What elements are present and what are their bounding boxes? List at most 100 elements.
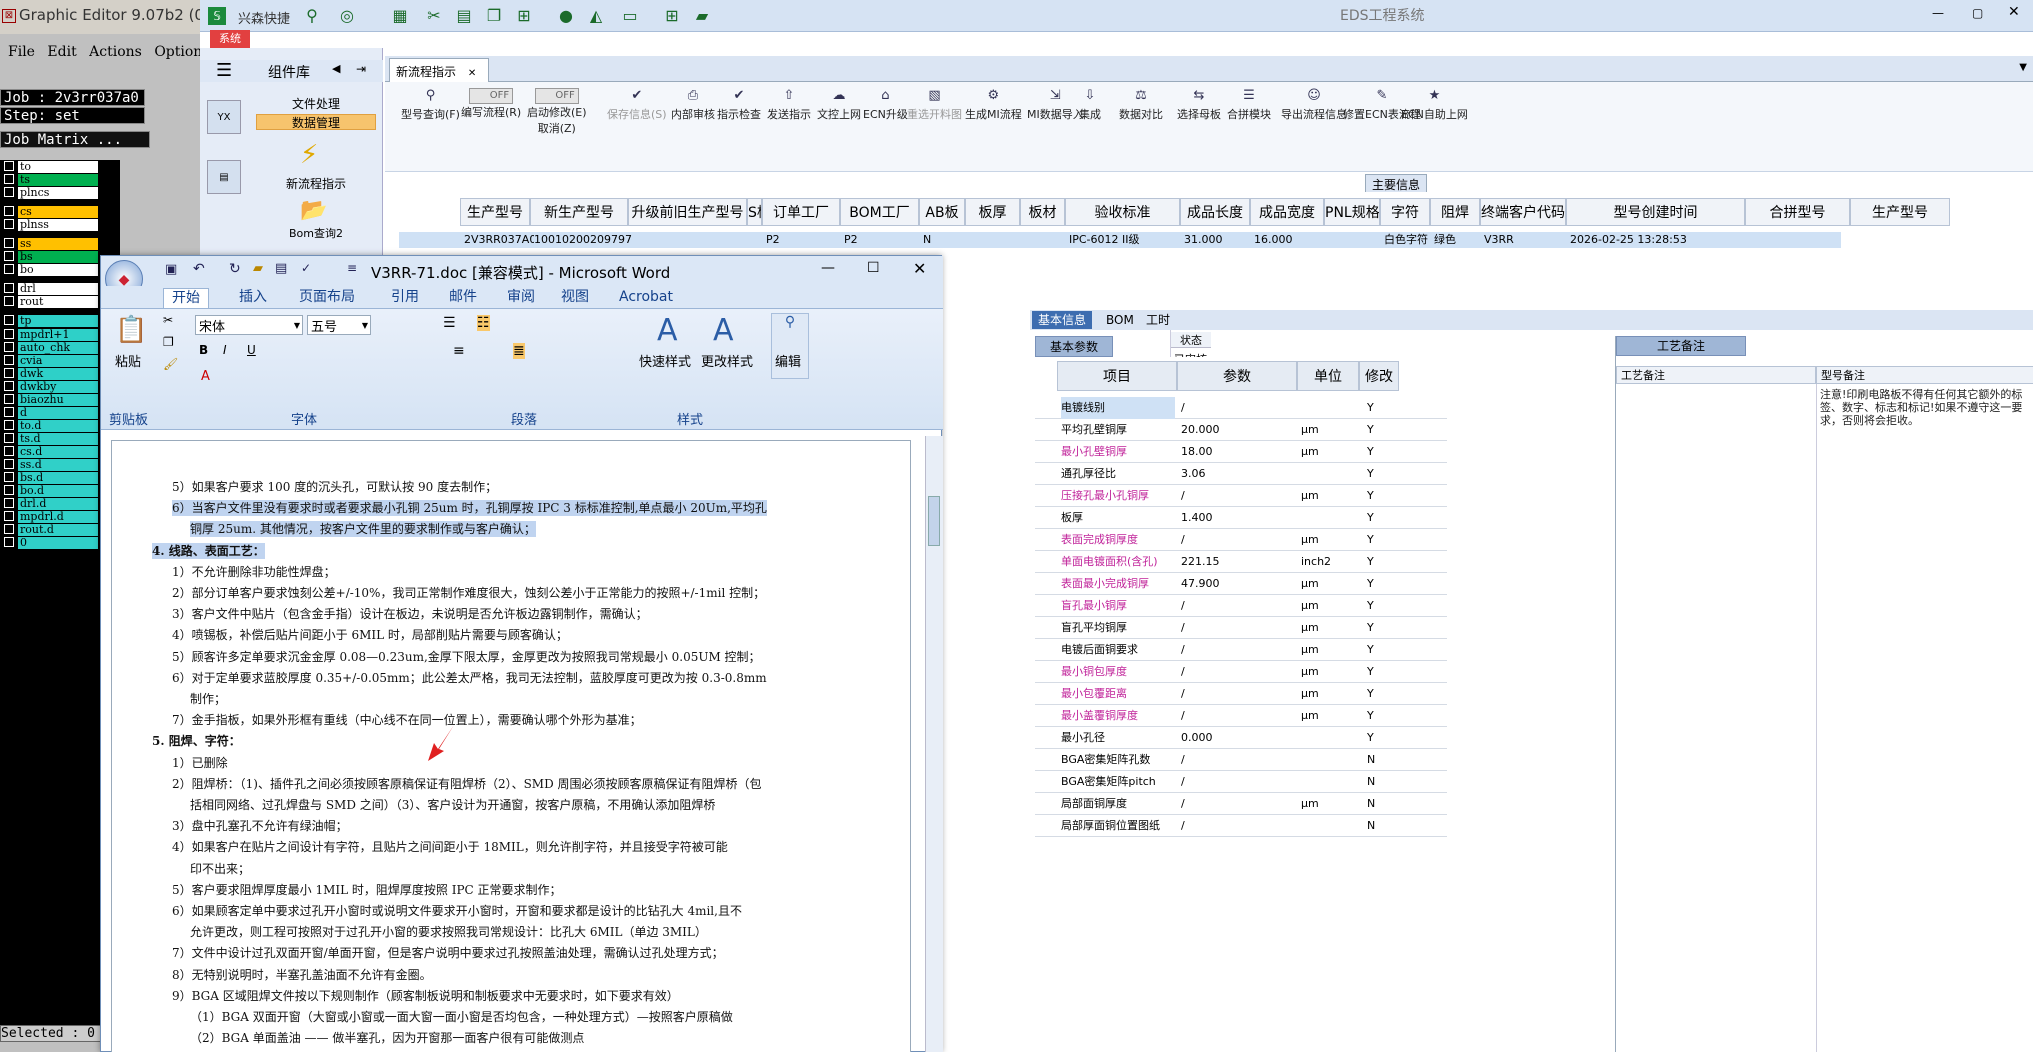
word-tab[interactable]: 视图 xyxy=(553,288,597,308)
word-tab[interactable]: 邮件 xyxy=(441,288,485,308)
grid-cell[interactable] xyxy=(1024,232,1069,248)
table-row[interactable]: 压接孔最小孔铜厚 / μm Y xyxy=(1035,485,1447,507)
table-row[interactable]: 局部面铜厚度 / μm N xyxy=(1035,793,1447,815)
layer-checkbox[interactable] xyxy=(4,393,14,404)
layer-row[interactable]: plncs xyxy=(0,186,120,200)
grid-header[interactable]: AB板 xyxy=(919,198,965,226)
scroll-thumb[interactable] xyxy=(928,496,940,546)
document-line[interactable]: 1）已删除 xyxy=(172,755,228,771)
grid-cell[interactable]: 10010200209797 xyxy=(534,232,632,248)
system-tab[interactable]: 系统 xyxy=(210,30,250,48)
table-row[interactable]: 最小铜包厚度 / μm Y xyxy=(1035,661,1447,683)
document-line[interactable]: 4. 线路、表面工艺： xyxy=(152,542,265,559)
layer-checkbox[interactable] xyxy=(4,354,14,365)
sidebar-action-bom-query[interactable]: Bom查询2 xyxy=(256,226,376,242)
grid-cell[interactable] xyxy=(632,232,751,248)
table-row[interactable]: 最小孔壁铜厚 18.00 μm Y xyxy=(1035,441,1447,463)
layer-checkbox[interactable] xyxy=(4,406,14,417)
maximize-icon[interactable]: ☐ xyxy=(867,260,880,276)
spell-check-icon[interactable]: ✓ xyxy=(301,261,311,275)
toolbar-button[interactable]: OFF 编写流程(R) xyxy=(461,88,521,120)
table-row[interactable]: BGA密集矩阵孔数 / N xyxy=(1035,749,1447,771)
paste-button[interactable]: 粘贴 xyxy=(115,351,141,370)
craft-note-text[interactable]: 注意!印刷电路板不得有任何其它额外的标签、数字、标志和标记!如果不遵守这一要求，… xyxy=(1820,388,2030,428)
layer-checkbox[interactable] xyxy=(4,187,14,198)
grid-cell[interactable] xyxy=(1854,232,1954,248)
bold-button[interactable]: B xyxy=(199,343,208,357)
monitor-icon[interactable]: ▭ xyxy=(618,5,642,27)
toolbar-button[interactable]: OFF 启动修改(E) 取消(Z) xyxy=(527,88,587,136)
document-line[interactable]: 铜厚 25um. 其他情况，按客户文件里的要求制作或与客户确认； xyxy=(190,521,536,538)
dropdown-icon[interactable]: ▼ xyxy=(2019,62,2027,73)
bullets-icon[interactable]: ☰ xyxy=(443,315,456,331)
word-tab[interactable]: 插入 xyxy=(231,288,275,308)
grid-header[interactable]: 生产型号 xyxy=(1850,198,1950,226)
document-line[interactable]: 3）盘中孔塞孔不允许有绿油帽； xyxy=(172,818,348,834)
open-icon[interactable]: ▰ xyxy=(253,261,263,276)
document-line[interactable]: 5）如果客户要求 100 度的沉头孔，可默认按 90 度去制作； xyxy=(172,479,497,495)
document-line[interactable]: 2）部分订单客户要求蚀刻公差+/-10%，我司正常制作难度很大，蚀刻公差小于正常… xyxy=(172,585,765,601)
table-row[interactable]: 最小孔径 0.000 Y xyxy=(1035,727,1447,749)
print-icon[interactable]: ▤ xyxy=(275,261,287,276)
grid-cell[interactable] xyxy=(1328,232,1384,248)
grid-cell[interactable]: 2V3RR037A0 xyxy=(464,232,534,248)
ge-job-matrix-button[interactable]: Job Matrix ... xyxy=(0,131,150,148)
document-line[interactable]: （2）BGA 单面盖油 —— 做半塞孔，因为开窗那一面客户很有可能做测点 xyxy=(190,1030,584,1046)
copy-icon[interactable]: ❐ xyxy=(163,335,174,349)
document-line[interactable]: 2）阻焊桥：（1)、插件孔之间必须按顾客原稿保证有阻焊桥（2）、SMD 周围必须… xyxy=(172,776,762,792)
word-tab[interactable]: Acrobat xyxy=(611,288,681,308)
layer-checkbox[interactable] xyxy=(4,341,14,352)
tab-bom[interactable]: BOM xyxy=(1100,311,1140,329)
toolbar-button[interactable]: ⇧ 发送指示 xyxy=(767,88,811,122)
grid-cell[interactable]: 绿色 xyxy=(1434,232,1484,248)
toolbar-button[interactable]: ⚖ 数据对比 xyxy=(1119,88,1163,122)
layer-checkbox[interactable] xyxy=(4,432,14,443)
close-icon[interactable]: ✕ xyxy=(468,68,476,79)
toolbar-button[interactable]: ⇩ 集成 xyxy=(1079,88,1101,122)
chart-icon[interactable]: ◭ xyxy=(584,5,608,27)
layer-checkbox[interactable] xyxy=(4,524,14,535)
layer-checkbox[interactable] xyxy=(4,296,14,307)
table-row[interactable]: 盲孔最小铜厚 / μm Y xyxy=(1035,595,1447,617)
layer-checkbox[interactable] xyxy=(4,174,14,185)
menu-icon[interactable]: ☰ xyxy=(216,60,232,81)
grid-header[interactable]: 字符 xyxy=(1380,198,1430,226)
paste-icon[interactable]: 📋 xyxy=(115,315,147,345)
lifebuoy-icon[interactable]: ◎ xyxy=(335,5,359,27)
table-row[interactable]: 电镀后面铜要求 / μm Y xyxy=(1035,639,1447,661)
toolbar-button[interactable]: ✔ 保存信息(S) xyxy=(607,88,667,122)
document-line[interactable]: 6）如果顾客定单中要求过孔开小窗时或说明文件要求开小窗时，开窗和要求都是设计的比… xyxy=(172,903,742,919)
toolbar-button[interactable]: ☰ 合拼模块 xyxy=(1227,88,1271,122)
font-name-select[interactable]: 宋体 ▼ xyxy=(195,315,303,335)
grid-cell[interactable]: N xyxy=(923,232,969,248)
document-line[interactable]: 6）对于定单要求蓝胶厚度 0.35+/-0.05mm；此公差太严格，我司无法控制… xyxy=(172,670,767,686)
grid-header[interactable]: PNL规格 xyxy=(1324,198,1380,226)
underline-button[interactable]: U xyxy=(247,343,256,357)
table-row[interactable]: BGA密集矩阵pitch / N xyxy=(1035,771,1447,793)
grid-header[interactable]: 生产型号 xyxy=(460,198,530,226)
document-line[interactable]: 8）无特别说明时，半塞孔盖油面不允许有金圈。 xyxy=(172,967,432,983)
toolbar-button[interactable]: ★ ECN自助上网 xyxy=(1401,88,1468,122)
word-tab[interactable]: 页面布局 xyxy=(291,288,363,308)
minimize-icon[interactable]: — xyxy=(1932,6,1944,20)
chevron-left-icon[interactable]: ◀ xyxy=(332,62,340,75)
grid-cell[interactable] xyxy=(751,232,766,248)
layer-row[interactable]: to xyxy=(0,160,120,173)
layer-checkbox[interactable] xyxy=(4,458,14,469)
grid-cell[interactable]: P2 xyxy=(844,232,923,248)
layer-checkbox[interactable] xyxy=(4,511,14,522)
pin-icon[interactable]: ⇥ xyxy=(356,62,366,76)
layer-checkbox[interactable] xyxy=(4,264,14,275)
table-row[interactable]: 局部厚面铜位置图纸 / N xyxy=(1035,815,1447,837)
document-line[interactable]: 印不出来； xyxy=(190,861,250,877)
grid-icon[interactable]: ⊞ xyxy=(512,5,536,27)
grid-header[interactable]: 合拼型号 xyxy=(1745,198,1850,226)
italic-button[interactable]: I xyxy=(223,343,227,357)
close-icon[interactable]: ✕ xyxy=(913,259,926,278)
sidebar-item-data-management[interactable]: 数据管理 xyxy=(256,114,376,130)
grid-header[interactable]: 板材 xyxy=(1020,198,1065,226)
film-icon[interactable]: ▤ xyxy=(452,5,476,27)
toolbar-button[interactable]: ⚙ 生成MI流程 xyxy=(965,88,1022,122)
grid-cell[interactable]: 2026-02-25 13:28:53 xyxy=(1570,232,1749,248)
layer-checkbox[interactable] xyxy=(4,315,14,326)
